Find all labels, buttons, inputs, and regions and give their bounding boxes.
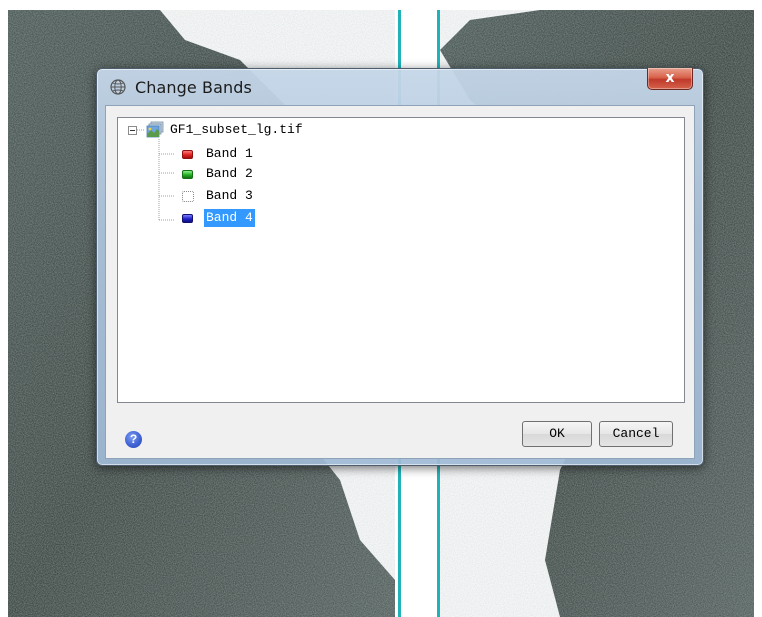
band-label: Band 1	[206, 146, 253, 161]
band-label: Band 3	[206, 188, 253, 203]
help-icon[interactable]: ?	[125, 431, 142, 448]
close-button[interactable]: x	[647, 68, 693, 90]
raster-file-icon	[146, 121, 164, 138]
band-label-selected: Band 4	[204, 209, 255, 227]
collapse-toggle-icon[interactable]	[128, 126, 137, 135]
tree-root-label: GF1_subset_lg.tif	[170, 122, 303, 137]
change-bands-dialog: Change Bands x GF1_subset_lg.tif Band 1 …	[96, 68, 704, 466]
red-band-icon	[182, 150, 193, 159]
tree-item-band-4[interactable]: Band 4	[118, 209, 318, 227]
band-label: Band 2	[206, 166, 253, 181]
tree-item-band-1[interactable]: Band 1	[118, 145, 318, 163]
dialog-title: Change Bands	[135, 78, 252, 97]
tree-item-band-2[interactable]: Band 2	[118, 165, 318, 183]
dialog-content: GF1_subset_lg.tif Band 1 Band 2 Band 3 B…	[105, 105, 695, 459]
cancel-button[interactable]: Cancel	[599, 421, 673, 447]
dialog-titlebar[interactable]: Change Bands x	[97, 68, 703, 105]
blue-band-icon	[182, 214, 193, 223]
unassigned-band-icon	[182, 191, 194, 202]
ok-button[interactable]: OK	[522, 421, 592, 447]
band-tree[interactable]: GF1_subset_lg.tif Band 1 Band 2 Band 3 B…	[117, 117, 685, 403]
dialog-footer: ? OK Cancel	[106, 403, 694, 459]
tree-item-band-3[interactable]: Band 3	[118, 187, 318, 205]
globe-icon	[110, 79, 126, 95]
close-icon: x	[665, 70, 675, 86]
tree-root-node[interactable]: GF1_subset_lg.tif	[118, 118, 418, 138]
green-band-icon	[182, 170, 193, 179]
